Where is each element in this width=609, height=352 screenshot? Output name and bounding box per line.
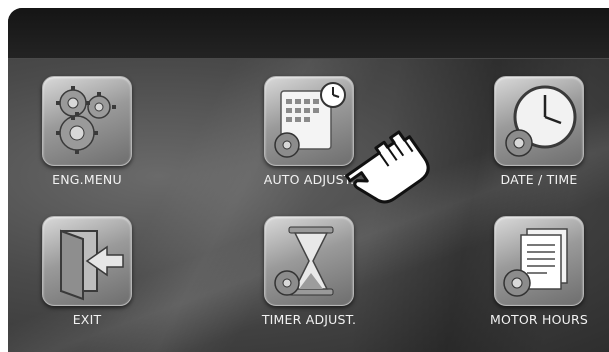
exit-button[interactable]: EXIT bbox=[22, 216, 152, 327]
device-screen: ENG.MENU AUTO ADJUST. DATE / TIME EXIT T… bbox=[8, 8, 609, 352]
pointing-hand-icon bbox=[326, 114, 436, 218]
motor-hours-button[interactable]: MOTOR HOURS bbox=[474, 216, 604, 327]
motor-hours-label: MOTOR HOURS bbox=[490, 312, 588, 327]
timer-adjust-label: TIMER ADJUST. bbox=[261, 312, 357, 327]
exit-label: EXIT bbox=[72, 312, 102, 327]
title-bar bbox=[8, 8, 609, 59]
document-icon bbox=[494, 216, 584, 306]
clock-icon bbox=[494, 76, 584, 166]
gears-icon bbox=[42, 76, 132, 166]
date-time-label: DATE / TIME bbox=[500, 172, 578, 187]
exit-door-icon bbox=[42, 216, 132, 306]
date-time-button[interactable]: DATE / TIME bbox=[474, 76, 604, 187]
eng-menu-label: ENG.MENU bbox=[52, 172, 122, 187]
timer-adjust-button[interactable]: TIMER ADJUST. bbox=[244, 216, 374, 327]
eng-menu-button[interactable]: ENG.MENU bbox=[22, 76, 152, 187]
hourglass-icon bbox=[264, 216, 354, 306]
